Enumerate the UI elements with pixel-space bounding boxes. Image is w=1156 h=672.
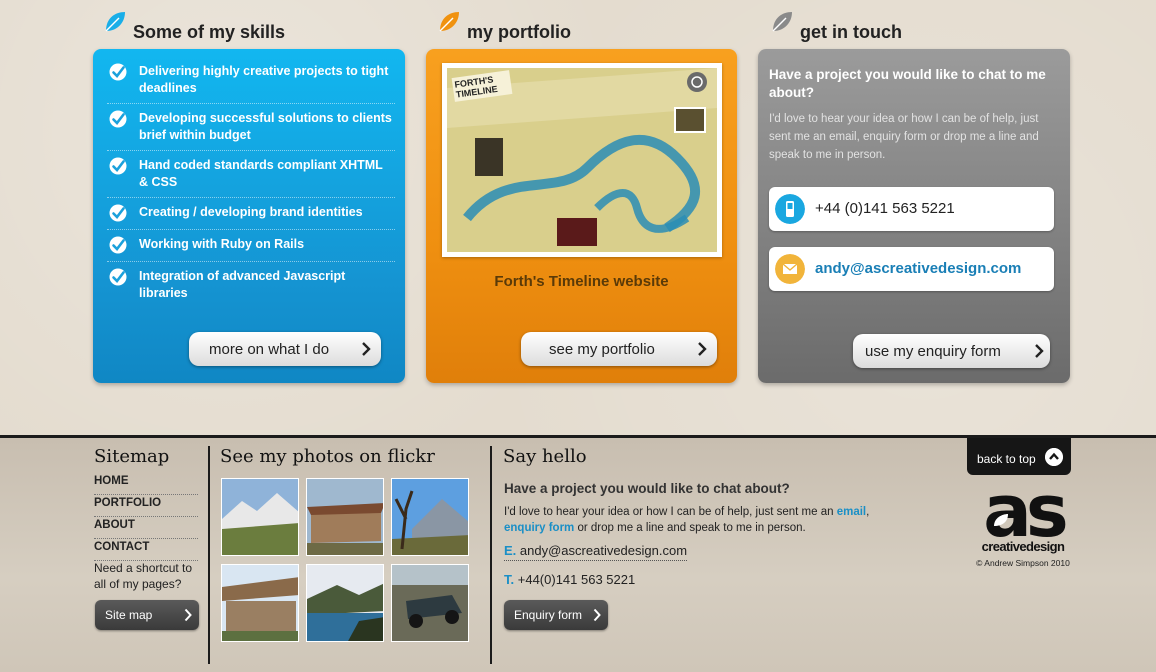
see-my-portfolio-button[interactable]: see my portfolio (521, 332, 717, 366)
footer-email-line: E. andy@ascreativedesign.com (504, 543, 688, 561)
skills-header: Some of my skills (103, 10, 403, 50)
portfolio-panel: FORTH'S TIMELINE Forth's Timeline websit… (426, 49, 737, 383)
flickr-photo-jeep-offroad[interactable] (391, 564, 469, 642)
skills-list: Delivering highly creative projects to t… (107, 57, 395, 308)
flickr-photo-stone-hut[interactable] (306, 478, 384, 556)
say-hello-text: I'd love to hear your idea or how I can … (504, 504, 924, 536)
contact-heading: Have a project you would like to chat to… (769, 67, 1046, 100)
sitemap-links: HOME PORTFOLIO ABOUT CONTACT (94, 473, 198, 561)
leaf-icon (105, 12, 125, 32)
sitemap-link-portfolio[interactable]: PORTFOLIO (94, 495, 198, 517)
flickr-photo-olive-tree-mountain[interactable] (391, 478, 469, 556)
skill-item: Creating / developing brand identities (107, 198, 395, 230)
leaf-icon (772, 12, 792, 32)
email-address[interactable]: andy@ascreativedesign.com (815, 260, 1021, 277)
enquiry-form-button-label: Enquiry form (514, 608, 583, 622)
say-hello-question: Have a project you would like to chat ab… (504, 481, 790, 496)
skill-text: Hand coded standards compliant XHTML & C… (139, 158, 383, 189)
back-to-top-label: back to top (977, 452, 1036, 466)
enquiry-button-label: use my enquiry form (865, 342, 1001, 360)
chevron-right-icon (698, 342, 707, 356)
checkmark-icon (109, 268, 127, 286)
back-to-top-button[interactable]: back to top (967, 438, 1071, 475)
sitemap-title: Sitemap (94, 446, 170, 467)
portfolio-caption: Forth's Timeline website (494, 273, 669, 290)
sitemap-link-contact[interactable]: CONTACT (94, 539, 198, 561)
site-map-button-label: Site map (105, 608, 153, 622)
phone-box: +44 (0)141 563 5221 (769, 187, 1054, 231)
checkmark-icon (109, 236, 127, 254)
checkmark-icon (109, 110, 127, 128)
skill-text: Creating / developing brand identities (139, 205, 363, 219)
skill-text: Working with Ruby on Rails (139, 237, 305, 251)
sitemap-link-about[interactable]: ABOUT (94, 517, 198, 539)
chevron-right-icon (593, 608, 601, 622)
checkmark-icon (109, 157, 127, 175)
say-hello-text-end: or drop me a line and speak to me in per… (574, 522, 806, 534)
flickr-photo-mountain-meadow[interactable] (221, 478, 299, 556)
phone-number: +44 (0)141 563 5221 (815, 200, 955, 217)
phone-icon (775, 194, 805, 224)
portfolio-button-label: see my portfolio (549, 340, 655, 358)
forths-timeline-preview: FORTH'S TIMELINE (447, 68, 717, 252)
skill-item: Developing successful solutions to clien… (107, 104, 395, 151)
flickr-photo-lake-shore[interactable] (306, 564, 384, 642)
logo-letters: as (983, 480, 1066, 540)
comma: , (866, 506, 870, 518)
portfolio-header: my portfolio (437, 10, 737, 50)
footer-phone-line: T. +44(0)141 563 5221 (504, 572, 635, 587)
checkmark-icon (109, 63, 127, 81)
contact-header: get in touch (770, 10, 1070, 50)
copyright: © Andrew Simpson 2010 (976, 558, 1070, 568)
portfolio-screenshot[interactable]: FORTH'S TIMELINE (442, 63, 722, 257)
enquiry-form-button[interactable]: Enquiry form (504, 600, 608, 630)
flickr-photo-ruined-house[interactable] (221, 564, 299, 642)
skills-title: Some of my skills (133, 22, 286, 42)
site-map-button[interactable]: Site map (95, 600, 199, 630)
logo-mark: as (983, 469, 1072, 553)
footer-column-divider (208, 446, 210, 664)
say-hello-text-start: I'd love to hear your idea or how I can … (504, 506, 837, 518)
phone-key: T. (504, 572, 515, 587)
skill-text: Delivering highly creative projects to t… (139, 64, 389, 95)
enquiry-form-link[interactable]: enquiry form (504, 522, 574, 534)
sitemap-link-home[interactable]: HOME (94, 473, 198, 495)
skill-item: Integration of advanced Javascript libra… (107, 262, 395, 308)
use-my-enquiry-form-button[interactable]: use my enquiry form (853, 334, 1050, 368)
logo-subtitle: creativedesign (981, 539, 1065, 554)
email-key: E. (504, 543, 517, 558)
skill-item: Working with Ruby on Rails (107, 230, 395, 262)
skill-text: Developing successful solutions to clien… (139, 111, 392, 142)
footer-email[interactable]: andy@ascreativedesign.com (520, 543, 687, 558)
chevron-right-icon (184, 608, 192, 622)
say-hello-title: Say hello (503, 446, 587, 467)
contact-title: get in touch (800, 22, 902, 42)
email-link[interactable]: email (837, 506, 866, 518)
skill-item: Hand coded standards compliant XHTML & C… (107, 151, 395, 198)
checkmark-icon (109, 204, 127, 222)
email-box[interactable]: andy@ascreativedesign.com (769, 247, 1054, 291)
portfolio-title: my portfolio (467, 22, 571, 42)
contact-panel: Have a project you would like to chat to… (758, 49, 1070, 383)
sitemap-note: Need a shortcut to all of my pages? (94, 561, 193, 591)
contact-text: I'd love to hear your idea or how I can … (769, 113, 1039, 161)
chevron-right-icon (362, 342, 371, 356)
more-on-what-i-do-button[interactable]: more on what I do (189, 332, 381, 366)
footer-phone: +44(0)141 563 5221 (517, 572, 636, 587)
more-button-label: more on what I do (209, 340, 330, 358)
skill-text: Integration of advanced Javascript libra… (139, 269, 346, 300)
skill-item: Delivering highly creative projects to t… (107, 57, 395, 104)
chevron-right-icon (1035, 344, 1044, 358)
skills-panel: Delivering highly creative projects to t… (93, 49, 405, 383)
flickr-title: See my photos on flickr (220, 446, 435, 467)
as-logo: as (972, 469, 1074, 553)
chevron-up-icon (1045, 448, 1063, 466)
envelope-icon (775, 254, 805, 284)
leaf-icon (439, 12, 459, 32)
footer-column-divider (490, 446, 492, 664)
